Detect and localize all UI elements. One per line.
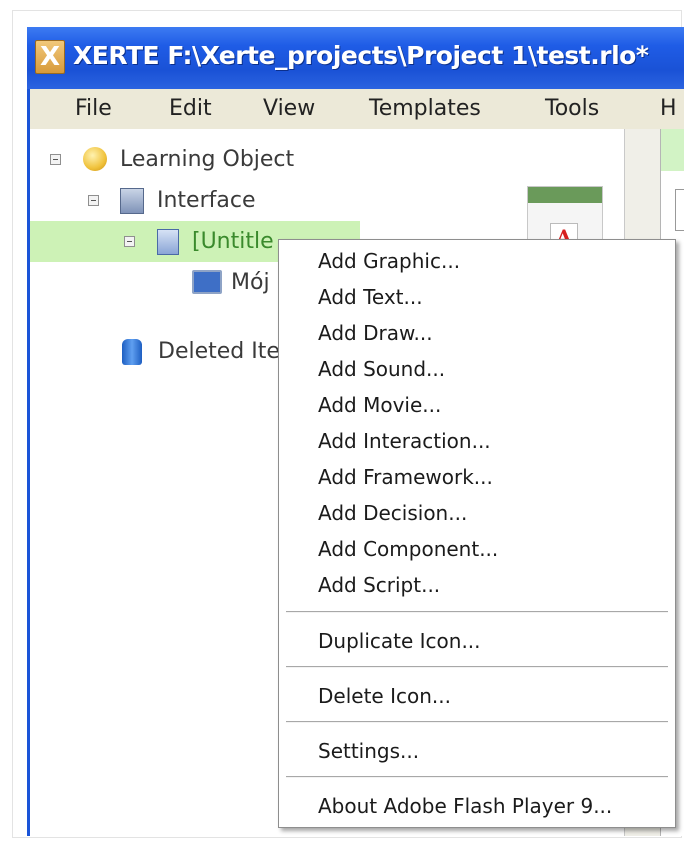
menu-settings[interactable]: Settings... (318, 735, 419, 767)
menu-add-sound[interactable]: Add Sound... (318, 353, 445, 385)
menu-about-flash-player[interactable]: About Adobe Flash Player 9... (318, 790, 612, 822)
menu-help[interactable]: H (660, 95, 677, 123)
collapse-toggle-icon[interactable] (124, 236, 135, 247)
page-icon (157, 229, 179, 255)
deleted-items-icon (122, 339, 142, 365)
tree-node-label: [Untitle (192, 229, 274, 254)
menu-bar: File Edit View Templates Tools H (30, 89, 684, 130)
menu-duplicate-icon[interactable]: Duplicate Icon... (318, 625, 481, 657)
collapse-toggle-icon[interactable] (88, 195, 99, 206)
tree-node-label: Mój (231, 270, 270, 295)
menu-delete-icon[interactable]: Delete Icon... (318, 680, 451, 712)
window-title: XERTE F:\Xerte_projects\Project 1\test.r… (73, 41, 649, 70)
menu-templates[interactable]: Templates (369, 95, 481, 123)
menu-add-component[interactable]: Add Component... (318, 533, 498, 565)
menu-add-movie[interactable]: Add Movie... (318, 389, 441, 421)
tree-node-label: Learning Object (120, 147, 295, 172)
menu-separator (286, 721, 668, 723)
tree-node-label: Interface (157, 188, 256, 213)
title-bar[interactable]: X XERTE F:\Xerte_projects\Project 1\test… (27, 27, 684, 89)
menu-tools[interactable]: Tools (545, 95, 599, 123)
properties-header (661, 129, 684, 171)
palette-header (528, 187, 602, 203)
menu-add-script[interactable]: Add Script... (318, 569, 440, 601)
learning-object-icon (83, 147, 107, 171)
menu-file[interactable]: File (75, 95, 112, 123)
xerte-app-icon: X (35, 40, 65, 74)
menu-add-decision[interactable]: Add Decision... (318, 497, 467, 529)
menu-add-framework[interactable]: Add Framework... (318, 461, 493, 493)
menu-separator (286, 611, 668, 613)
menu-edit[interactable]: Edit (169, 95, 212, 123)
tree-node-label: Deleted Ite (158, 339, 280, 364)
collapse-toggle-icon[interactable] (50, 154, 61, 165)
menu-separator (286, 776, 668, 778)
menu-add-draw[interactable]: Add Draw... (318, 317, 433, 349)
monitor-icon (192, 270, 222, 294)
property-field[interactable] (675, 189, 684, 231)
menu-add-interaction[interactable]: Add Interaction... (318, 425, 491, 457)
context-menu: Add Graphic... Add Text... Add Draw... A… (278, 239, 676, 828)
menu-add-text[interactable]: Add Text... (318, 281, 423, 313)
menu-view[interactable]: View (263, 95, 315, 123)
interface-icon (120, 188, 144, 214)
menu-separator (286, 666, 668, 668)
menu-add-graphic[interactable]: Add Graphic... (318, 245, 460, 277)
